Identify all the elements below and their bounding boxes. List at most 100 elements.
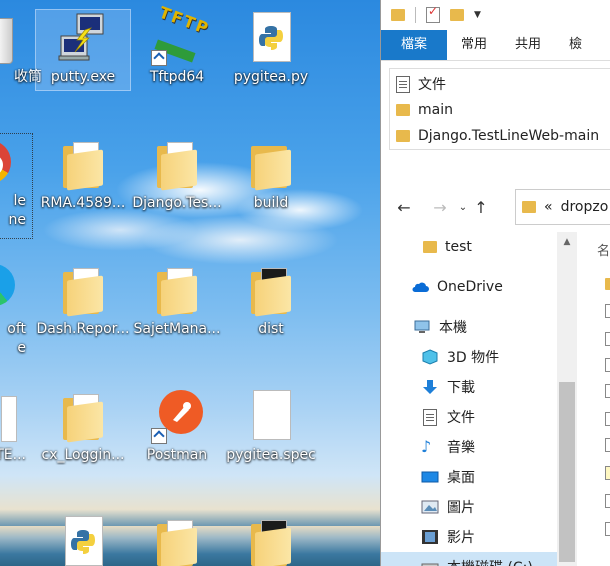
desktop-icon-pygitea-py[interactable]: pygitea.py xyxy=(224,10,318,87)
file-icon xyxy=(0,388,17,444)
pinned-item-main[interactable]: main xyxy=(390,97,610,123)
desktop-icon-label: pygitea.py xyxy=(233,69,309,85)
folder-icon xyxy=(391,9,405,21)
tab-view[interactable]: 檢 xyxy=(555,30,596,60)
desktop-icon-folder-5c[interactable] xyxy=(224,514,318,566)
nav-item-label: 文件 xyxy=(447,410,475,426)
nav-item-label: 影片 xyxy=(447,530,475,546)
file-icon xyxy=(605,304,610,318)
recent-locations-icon[interactable]: ⌄ xyxy=(455,202,471,213)
nav-item-documents[interactable]: 文件 xyxy=(381,402,577,432)
folder-icon xyxy=(522,201,536,213)
file-explorer-window[interactable]: ▼ 檔案 常用 共用 檢 文件 main Django.TestLineWeb-… xyxy=(380,0,610,566)
tab-home[interactable]: 常用 xyxy=(447,30,501,60)
nav-item-desktop[interactable]: 桌面 xyxy=(381,462,577,492)
desktop-icon-folder-django[interactable]: Django.Tes... xyxy=(130,136,224,213)
column-header-name[interactable]: 名 xyxy=(597,240,610,259)
desktop-icon-python-file[interactable] xyxy=(36,514,130,566)
properties-icon[interactable] xyxy=(426,4,440,23)
desktop-icon-label: build xyxy=(253,195,289,211)
nav-item-videos[interactable]: 影片 xyxy=(381,522,577,552)
folder-icon xyxy=(423,241,437,253)
nav-item-label: 圖片 xyxy=(447,500,475,516)
desktop-icon-folder-sajet[interactable]: SajetMana... xyxy=(130,262,224,339)
file-icon xyxy=(605,332,610,346)
folder-icon xyxy=(149,262,205,318)
scrollbar-thumb[interactable] xyxy=(559,382,575,562)
nav-item-this-pc[interactable]: 本機 xyxy=(381,312,577,342)
nav-item-pictures[interactable]: 圖片 xyxy=(381,492,577,522)
nav-item-test[interactable]: test xyxy=(381,232,577,262)
nav-item-local-disk[interactable]: 本機磁碟 (C:) xyxy=(381,552,577,566)
desktop-icon-tftpd64[interactable]: TFTP Tftpd64 xyxy=(130,3,224,87)
pinned-item-label: main xyxy=(418,102,453,118)
desktop-icon-postman[interactable]: Postman xyxy=(130,388,224,465)
picture-icon xyxy=(421,500,439,514)
nav-item-downloads[interactable]: 下載 xyxy=(381,372,577,402)
up-arrow-icon[interactable]: ↑ xyxy=(471,198,491,217)
desktop-icon-edge[interactable]: oft e xyxy=(0,262,32,358)
pinned-item-label: Django.TestLineWeb-main xyxy=(418,128,600,144)
forward-arrow-icon[interactable]: → xyxy=(427,198,453,217)
folder-icon xyxy=(149,136,205,192)
navigation-pane: test OneDrive 本機 3D 物件 下載 文件 ♪ 音樂 桌面 圖片 … xyxy=(381,232,577,566)
cloud-icon xyxy=(412,282,429,292)
desktop: 收筒 putty.exe TFTP Tftpd64 pygitea.py le … xyxy=(0,0,380,566)
folder-icon xyxy=(55,262,111,318)
desktop-icon-folder-dist[interactable]: dist xyxy=(224,262,318,339)
desktop-icon-putty[interactable]: putty.exe xyxy=(35,9,131,91)
document-icon xyxy=(423,408,437,426)
desktop-icon-label: Dash.Repor... xyxy=(36,321,130,337)
nav-item-label: test xyxy=(445,239,472,255)
desktop-icon-label: le xyxy=(13,193,26,209)
nav-item-onedrive[interactable]: OneDrive xyxy=(381,272,577,302)
cube-icon xyxy=(422,349,438,365)
computer-icon xyxy=(414,320,430,333)
desktop-icon-label: Postman xyxy=(146,447,208,463)
address-prefix: « xyxy=(544,199,553,215)
shortcut-arrow-icon xyxy=(151,50,167,66)
desktop-icon-folder-cxlogging[interactable]: cx_Loggin... xyxy=(36,388,130,465)
desktop-icon-label: pygitea.spec xyxy=(226,447,316,463)
desktop-icon-folder-dash[interactable]: Dash.Repor... xyxy=(36,262,130,339)
folder-icon xyxy=(396,104,410,116)
nav-item-label: 本機 xyxy=(439,320,467,336)
postman-icon xyxy=(149,388,205,444)
desktop-icon-label: SajetMana... xyxy=(133,321,221,337)
scroll-up-arrow-icon[interactable]: ▲ xyxy=(557,232,577,252)
desktop-icon xyxy=(421,471,439,483)
nav-pane-scrollbar[interactable]: ▲ xyxy=(557,232,577,566)
desktop-icon-label: putty.exe xyxy=(50,69,116,85)
folder-icon xyxy=(605,278,610,290)
address-path: dropzo xyxy=(560,199,609,215)
desktop-icon-partial[interactable]: YTE... xyxy=(0,388,32,465)
tab-share[interactable]: 共用 xyxy=(501,30,555,60)
desktop-icon-label: Django.Tes... xyxy=(132,195,222,211)
nav-item-3d-objects[interactable]: 3D 物件 xyxy=(381,342,577,372)
ribbon-tabs: 檔案 常用 共用 檢 xyxy=(381,30,610,61)
desktop-icon-folder-rma[interactable]: RMA.4589... xyxy=(36,136,130,213)
desktop-icon-label: ne xyxy=(8,212,27,228)
new-folder-icon[interactable] xyxy=(450,9,464,21)
film-icon xyxy=(422,530,438,544)
pinned-item-documents[interactable]: 文件 xyxy=(390,71,610,97)
desktop-icon-pygitea-spec[interactable]: pygitea.spec xyxy=(224,388,318,465)
nav-item-label: OneDrive xyxy=(437,279,503,295)
desktop-icon-label: oft xyxy=(7,321,26,337)
file-list-pane: 名 xyxy=(581,232,610,566)
pinned-item-label: 文件 xyxy=(418,77,446,93)
file-icon xyxy=(605,358,610,372)
customize-toolbar-icon[interactable]: ▼ xyxy=(474,10,481,20)
desktop-icon-folder-5b[interactable] xyxy=(130,514,224,566)
nav-item-label: 本機磁碟 (C:) xyxy=(447,557,533,566)
nav-item-music[interactable]: ♪ 音樂 xyxy=(381,432,577,462)
desktop-icon-folder-build[interactable]: build xyxy=(224,136,318,213)
pinned-item-django[interactable]: Django.TestLineWeb-main xyxy=(390,123,610,149)
python-file-icon xyxy=(55,514,111,566)
desktop-icon-label: dist xyxy=(258,321,284,337)
desktop-icon-chrome[interactable]: le ne xyxy=(0,133,33,239)
tab-file[interactable]: 檔案 xyxy=(381,30,448,60)
folder-icon xyxy=(243,136,299,192)
address-bar[interactable]: « dropzo xyxy=(515,189,610,225)
back-arrow-icon[interactable]: ← xyxy=(391,198,417,217)
